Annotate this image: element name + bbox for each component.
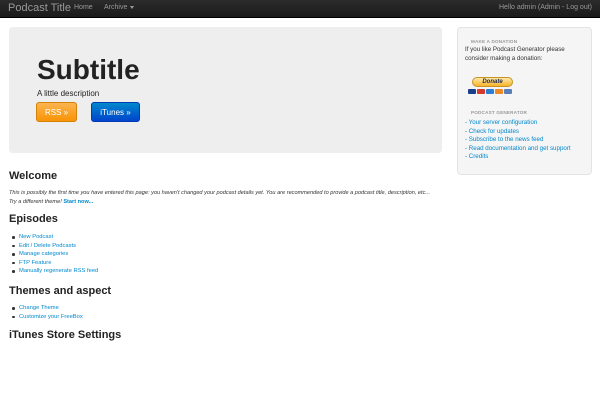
- themes-list: Change Theme Customize your FreeBox: [9, 304, 83, 321]
- amex-card-icon: [486, 89, 494, 94]
- bank-card-icon: [504, 89, 512, 94]
- top-navbar: Podcast Title Home Archive Hello admin (…: [0, 0, 600, 18]
- episodes-list: New Podcast Edit / Delete Podcasts Manag…: [9, 233, 98, 276]
- payment-cards-icon: [468, 89, 512, 94]
- brand-link[interactable]: Podcast Title: [8, 2, 71, 14]
- welcome-heading: Welcome: [9, 170, 58, 182]
- itunes-button[interactable]: iTunes »: [91, 102, 140, 122]
- nav-archive-dropdown[interactable]: Archive: [104, 4, 135, 11]
- nav-home-link[interactable]: Home: [74, 4, 93, 11]
- new-podcast-link[interactable]: New Podcast: [9, 233, 98, 242]
- regenerate-rss-link[interactable]: Manually regenerate RSS feed: [9, 267, 98, 276]
- visa-card-icon: [468, 89, 476, 94]
- welcome-text: This is possibly the first time you have…: [9, 189, 439, 207]
- read-documentation-link[interactable]: - Read documentation and get support: [465, 145, 571, 154]
- sidebar-links: - Your server configuration - Check for …: [465, 119, 571, 162]
- discover-card-icon: [495, 89, 503, 94]
- rss-button[interactable]: RSS »: [36, 102, 77, 122]
- start-now-link[interactable]: Start now...: [63, 199, 93, 205]
- sidebar: MAKE A DONATION If you like Podcast Gene…: [457, 27, 592, 175]
- check-updates-link[interactable]: - Check for updates: [465, 128, 571, 137]
- edit-delete-podcasts-link[interactable]: Edit / Delete Podcasts: [9, 242, 98, 251]
- customize-freebox-link[interactable]: Customize your FreeBox: [9, 313, 83, 322]
- credits-link[interactable]: - Credits: [465, 153, 571, 162]
- ftp-feature-link[interactable]: FTP Feature: [9, 259, 98, 268]
- manage-categories-link[interactable]: Manage categories: [9, 250, 98, 259]
- episodes-heading: Episodes: [9, 213, 58, 225]
- subscribe-news-feed-link[interactable]: - Subscribe to the news feed: [465, 136, 571, 145]
- donation-header: MAKE A DONATION: [471, 39, 518, 44]
- themes-heading: Themes and aspect: [9, 285, 112, 297]
- donate-button[interactable]: Donate: [472, 77, 513, 87]
- podcast-generator-header: PODCAST GENERATOR: [471, 110, 528, 115]
- mastercard-icon: [477, 89, 485, 94]
- hero-title: Subtitle: [37, 54, 140, 85]
- server-configuration-link[interactable]: - Your server configuration: [465, 119, 571, 128]
- nav-archive-label: Archive: [104, 4, 128, 11]
- change-theme-link[interactable]: Change Theme: [9, 304, 83, 313]
- user-status[interactable]: Hello admin (Admin - Log out): [499, 4, 592, 11]
- hero-description: A little description: [37, 89, 100, 98]
- donation-text: If you like Podcast Generator please con…: [465, 46, 565, 62]
- itunes-settings-heading: iTunes Store Settings: [9, 329, 122, 341]
- chevron-down-icon: [130, 5, 135, 9]
- hero-unit: Subtitle A little description RSS » iTun…: [9, 27, 442, 153]
